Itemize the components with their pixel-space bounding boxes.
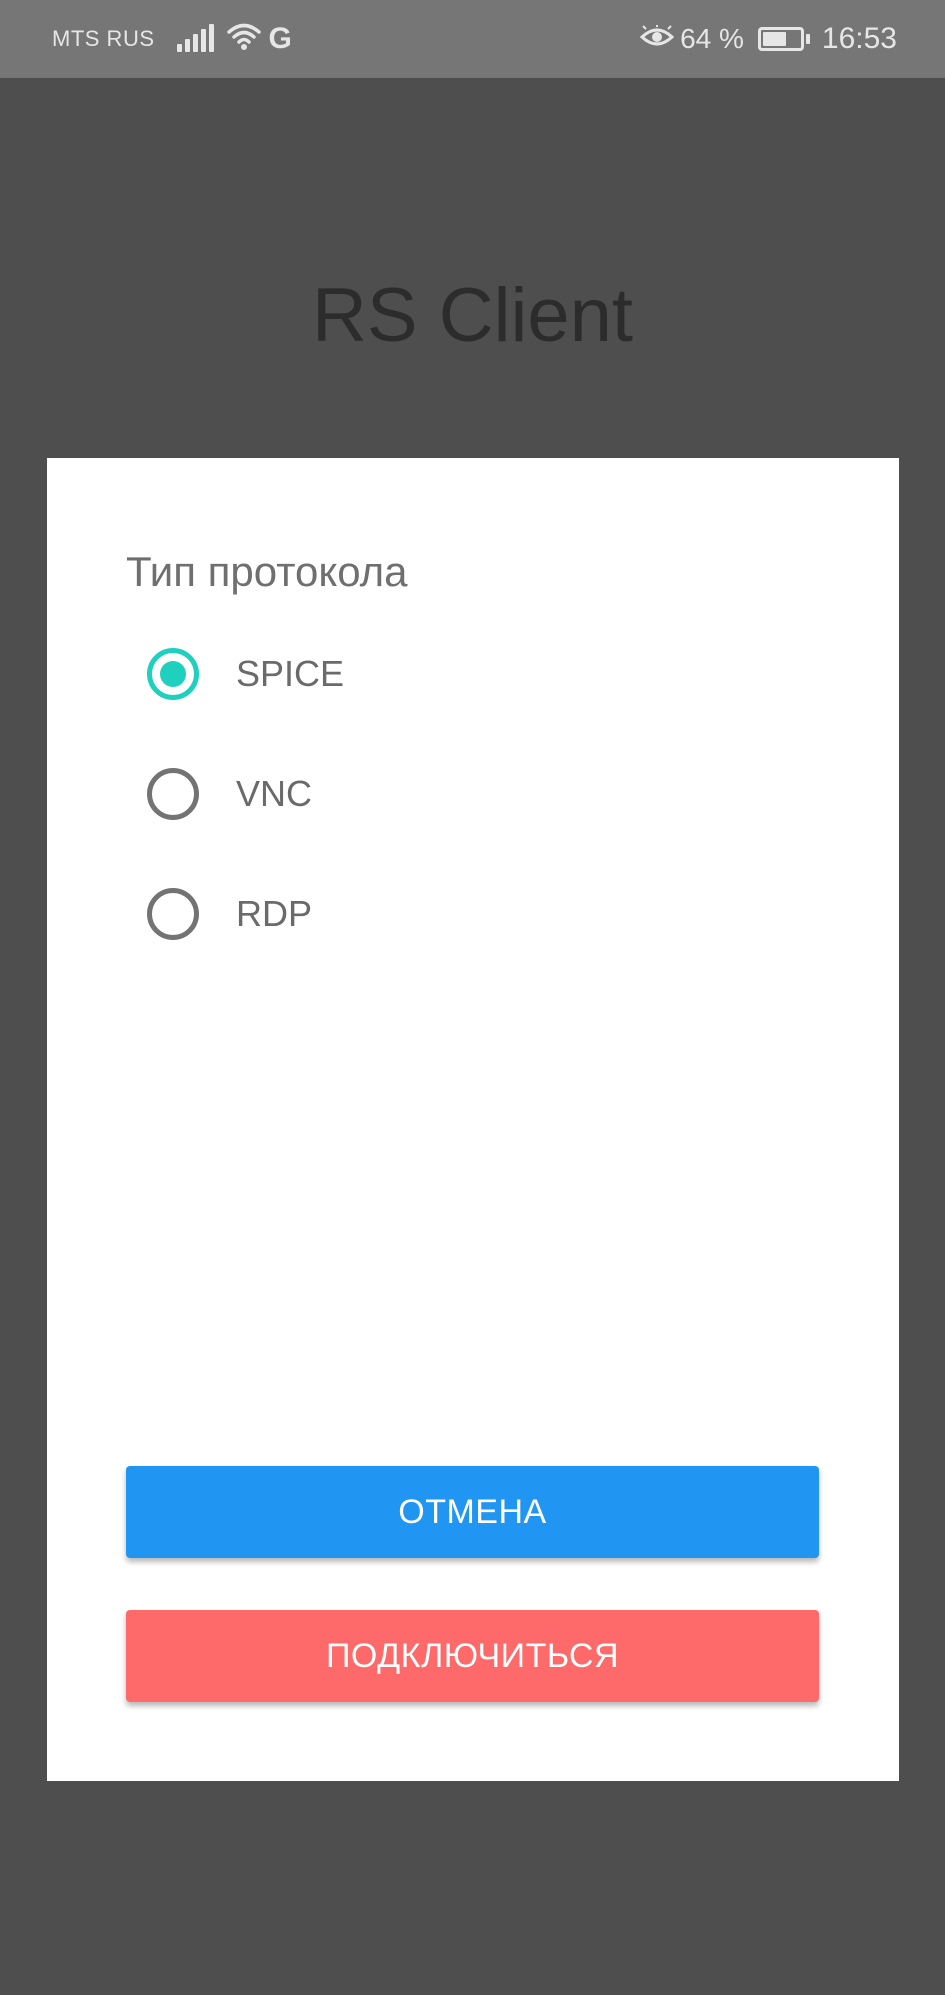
wifi-icon bbox=[226, 23, 261, 56]
radio-button-unchecked[interactable] bbox=[147, 888, 199, 940]
status-right: 64 % 16:53 bbox=[639, 22, 897, 56]
radio-label: SPICE bbox=[236, 653, 345, 694]
radio-button-checked[interactable] bbox=[147, 648, 199, 700]
protocol-dialog: Тип протокола SPICE VNC RDP ОТМЕНА ПОДКЛ… bbox=[47, 458, 899, 1781]
screen: MTS RUS G 64 % 16:53 RS Client Тип прото… bbox=[0, 0, 945, 1995]
dialog-title: Тип протокола bbox=[126, 548, 408, 595]
radio-button-unchecked[interactable] bbox=[147, 768, 199, 820]
signal-icon bbox=[176, 24, 217, 52]
battery-icon bbox=[757, 27, 810, 51]
eye-comfort-icon bbox=[639, 23, 675, 54]
cancel-button[interactable]: ОТМЕНА bbox=[126, 1466, 819, 1558]
radio-option-vnc[interactable]: VNC bbox=[147, 764, 747, 824]
radio-option-rdp[interactable]: RDP bbox=[147, 884, 747, 944]
status-bar: MTS RUS G 64 % 16:53 bbox=[0, 0, 945, 78]
battery-percent: 64 % bbox=[680, 23, 744, 54]
carrier-name: MTS RUS bbox=[52, 26, 155, 51]
radio-option-spice[interactable]: SPICE bbox=[147, 644, 747, 704]
app-title: RS Client bbox=[312, 273, 633, 358]
network-type-icon: G bbox=[268, 22, 292, 55]
clock: 16:53 bbox=[821, 22, 897, 55]
radio-label: RDP bbox=[236, 893, 313, 934]
radio-label: VNC bbox=[236, 773, 313, 814]
status-left: MTS RUS G bbox=[52, 22, 292, 56]
connect-button[interactable]: ПОДКЛЮЧИТЬСЯ bbox=[126, 1610, 819, 1702]
